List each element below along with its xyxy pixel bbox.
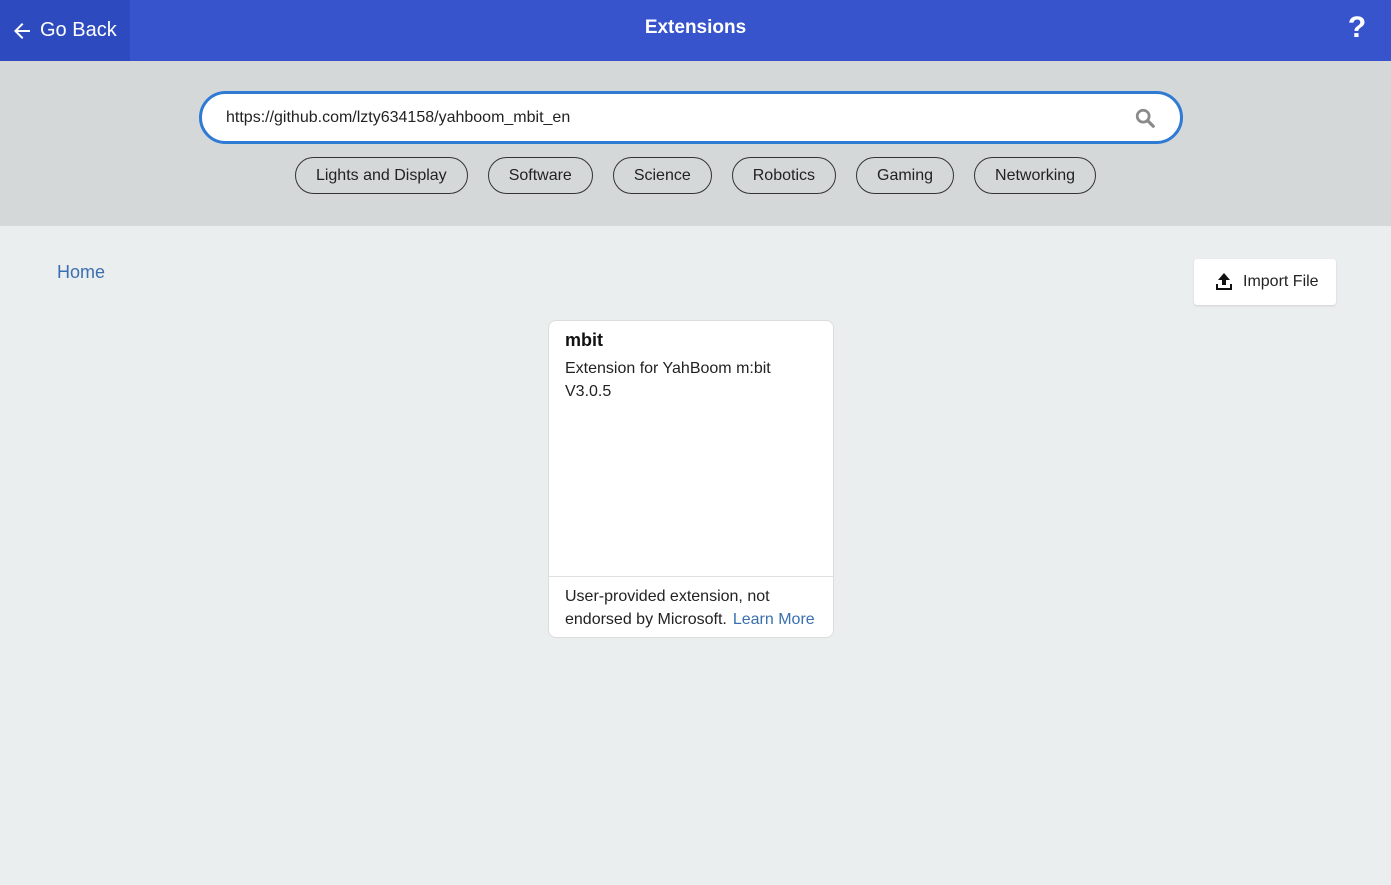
page-title: Extensions <box>644 17 747 38</box>
extension-description: Extension for YahBoom m:bit V3.0.5 <box>565 360 771 400</box>
extension-disclaimer: User-provided extension, not endorsed by… <box>549 576 833 637</box>
extension-card[interactable]: mbit Extension for YahBoom m:bit V3.0.5 … <box>548 320 834 638</box>
breadcrumb-home[interactable]: Home <box>57 262 105 283</box>
chip-lights-and-display[interactable]: Lights and Display <box>294 157 468 194</box>
top-bar: Go Back Extensions ? <box>0 0 1391 61</box>
learn-more-link[interactable]: Learn More <box>733 611 815 628</box>
chip-robotics[interactable]: Robotics <box>731 157 836 194</box>
chip-science[interactable]: Science <box>612 157 712 194</box>
extension-name: mbit <box>565 330 603 350</box>
search-input[interactable] <box>226 94 1106 141</box>
import-file-button[interactable]: Import File <box>1194 259 1336 305</box>
import-file-label: Import File <box>1243 273 1319 290</box>
go-back-button[interactable]: Go Back <box>0 0 130 61</box>
arrow-left-icon <box>14 22 30 39</box>
chip-software[interactable]: Software <box>487 157 593 194</box>
category-chips: Lights and Display Software Science Robo… <box>0 157 1391 195</box>
search-box <box>199 91 1183 144</box>
search-band: Lights and Display Software Science Robo… <box>0 61 1391 226</box>
search-icon[interactable] <box>1134 107 1156 129</box>
chip-gaming[interactable]: Gaming <box>856 157 955 194</box>
chip-networking[interactable]: Networking <box>974 157 1097 194</box>
upload-icon <box>1216 273 1232 290</box>
help-button[interactable]: ? <box>1345 12 1369 44</box>
go-back-label: Go Back <box>40 19 117 41</box>
